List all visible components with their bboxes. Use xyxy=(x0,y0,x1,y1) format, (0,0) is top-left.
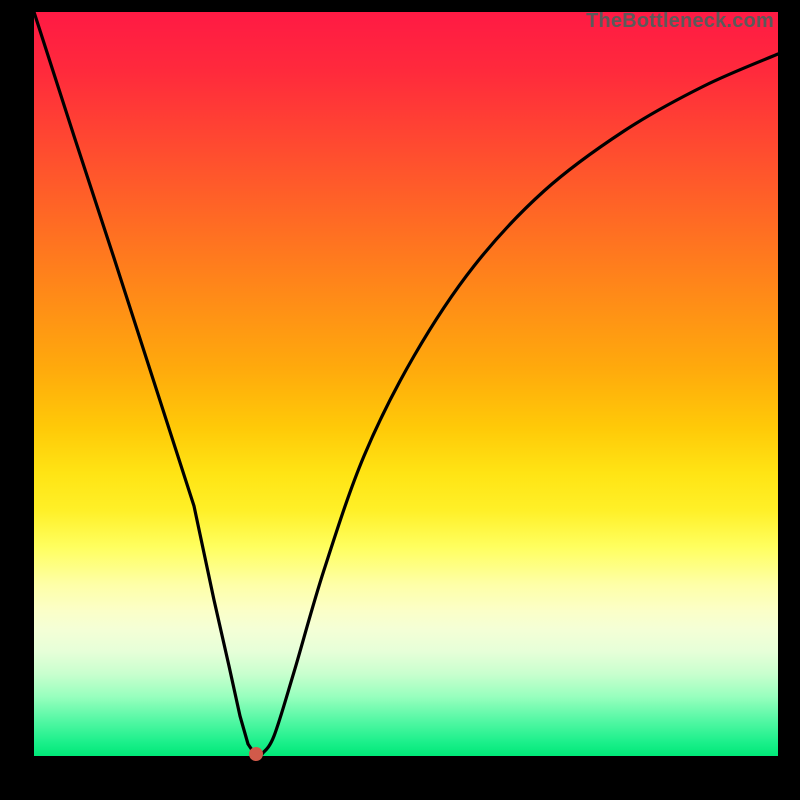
minimum-dot xyxy=(249,747,263,761)
plot-area: TheBottleneck.com xyxy=(34,12,778,756)
watermark-text: TheBottleneck.com xyxy=(586,10,774,33)
chart-root: TheBottleneck.com xyxy=(0,0,800,800)
curve-svg xyxy=(34,12,778,756)
